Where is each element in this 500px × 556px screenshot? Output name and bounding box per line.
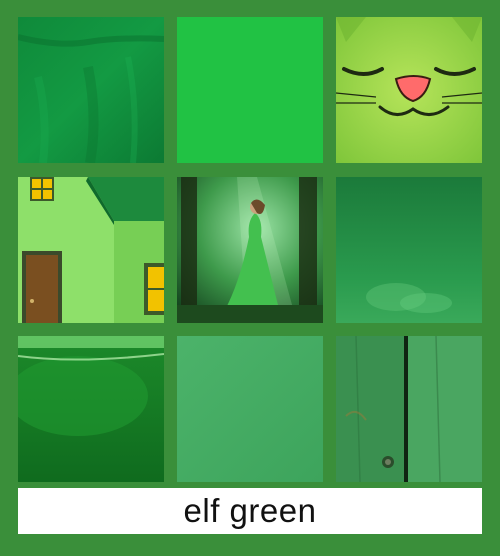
green-glossy-cup-closeup — [18, 336, 164, 482]
green-painted-wood-plank — [336, 336, 482, 482]
solid-green-image — [177, 17, 323, 163]
green-fabric-image — [18, 17, 164, 163]
house-image — [18, 177, 164, 323]
smiling-green-cat-face — [336, 17, 482, 163]
woman-in-green-dress-forest — [177, 177, 323, 323]
green-misty-gradient — [336, 177, 482, 323]
caption-text: elf green — [183, 492, 317, 529]
misty-green-image — [336, 177, 482, 323]
green-fabric-swatch — [18, 17, 164, 163]
muted-green-image — [177, 336, 323, 482]
green-cup-image — [18, 336, 164, 482]
green-wood-image — [336, 336, 482, 482]
cat-face-image — [336, 17, 482, 163]
green-house-with-door — [18, 177, 164, 323]
caption-bar: elf green — [18, 488, 482, 534]
forest-woman-image — [177, 177, 323, 323]
solid-bright-green-swatch — [177, 17, 323, 163]
muted-green-swatch — [177, 336, 323, 482]
